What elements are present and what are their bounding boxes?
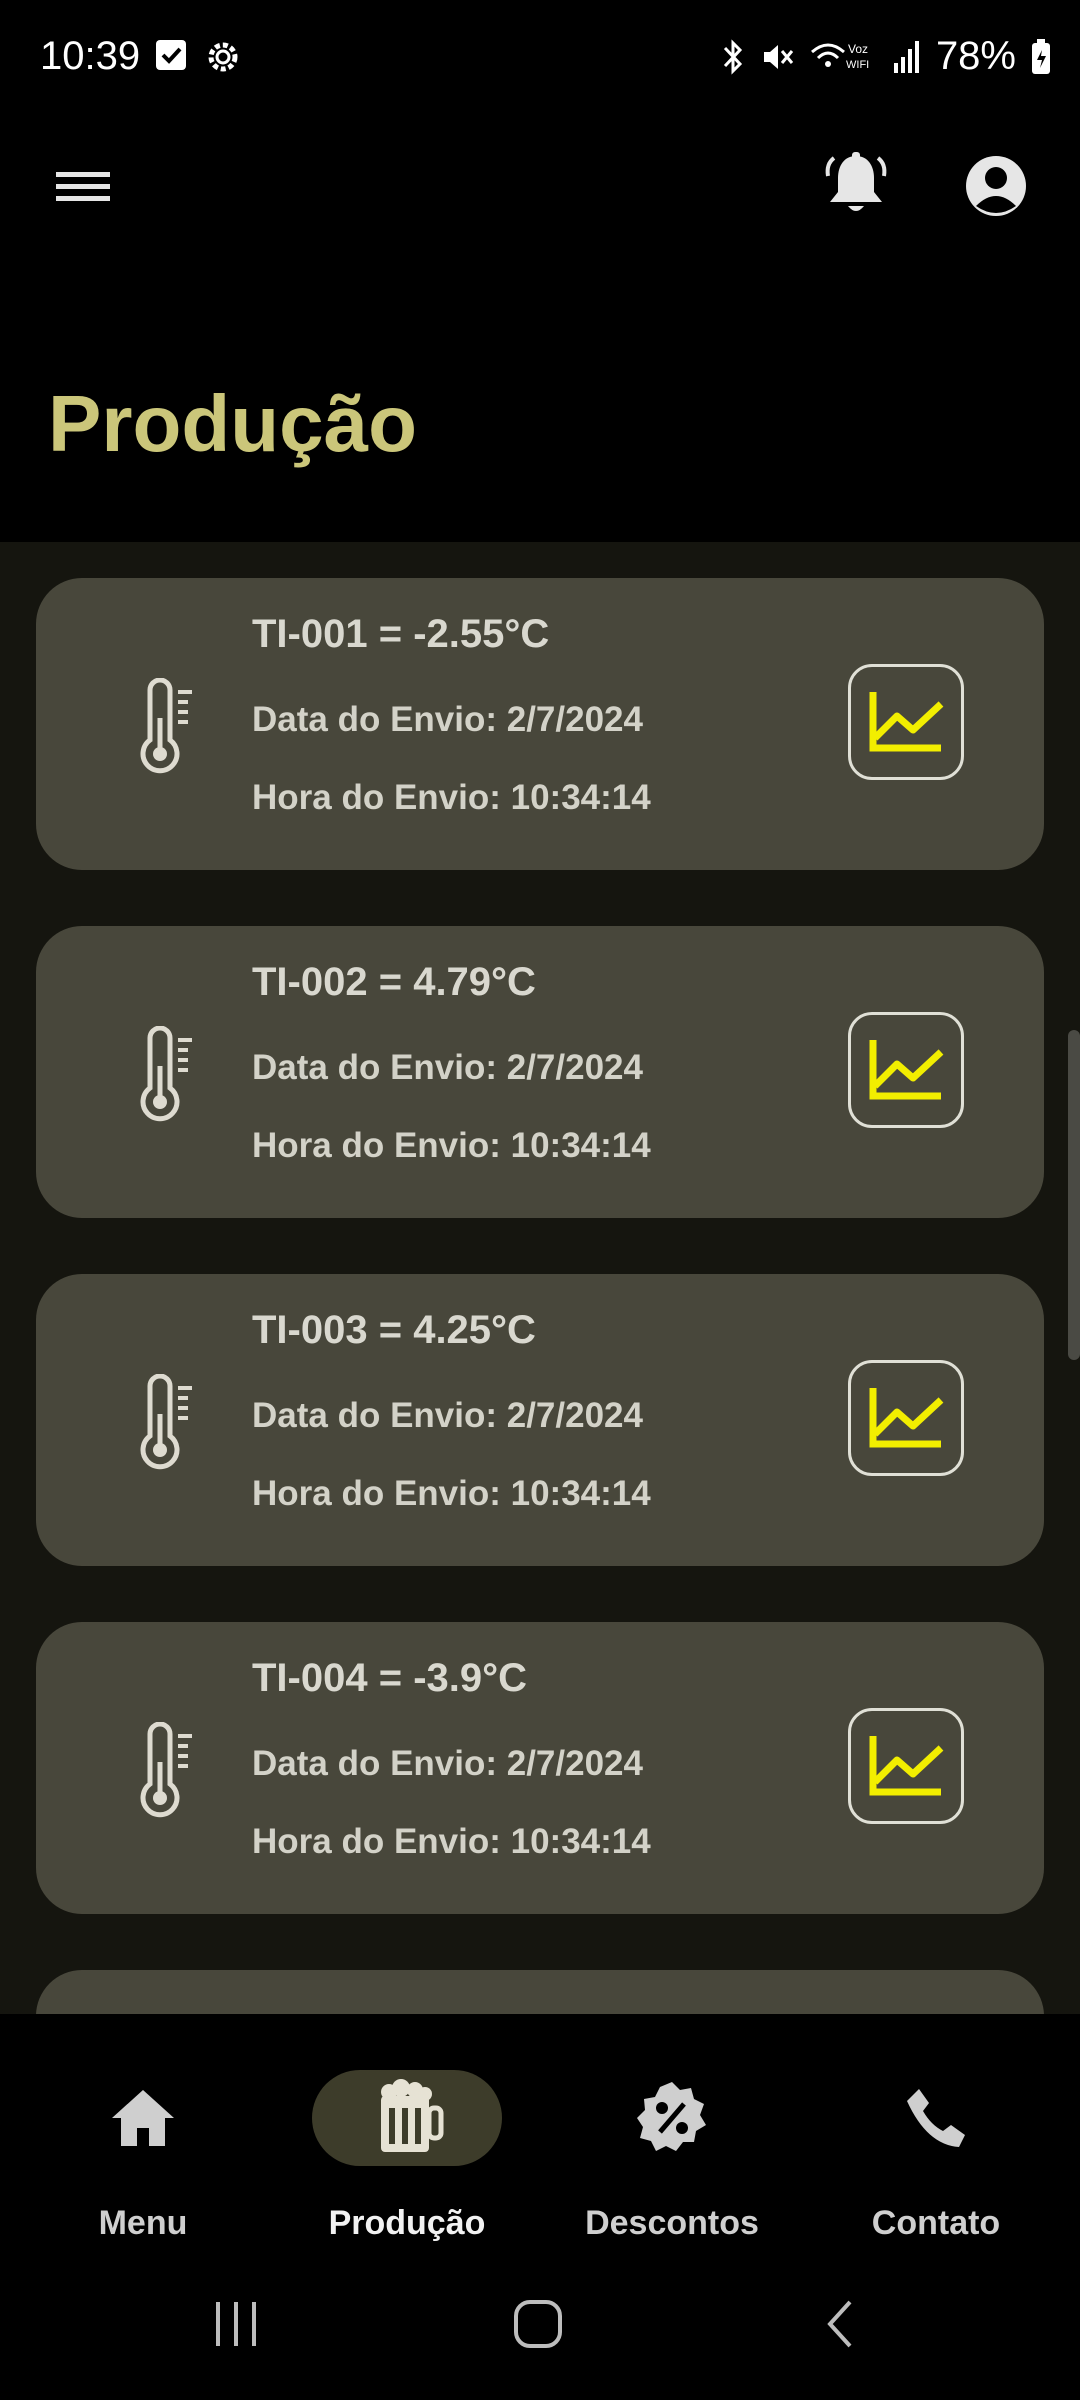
sensor-send-date: Data do Envio: 2/7/2024 [252,1048,643,1087]
nav-label-descontos: Descontos [585,2204,759,2242]
thermometer-icon [140,1026,192,1122]
sensor-send-date: Data do Envio: 2/7/2024 [252,1744,643,1783]
nav-item-contato[interactable]: Contato [816,2054,1056,2242]
nav-item-menu[interactable]: Menu [23,2054,263,2242]
sensor-list[interactable]: TI-001 = -2.55°C Data do Envio: 2/7/2024… [0,542,1080,2014]
svg-text:WIFI: WIFI [846,59,869,71]
system-navigation-bar [0,2244,1080,2400]
sensor-reading: TI-004 = -3.9°C [252,1656,527,1700]
recent-apps-icon [216,2302,256,2346]
chart-button[interactable] [848,664,964,780]
active-indicator [312,2070,502,2166]
nav-label-menu: Menu [98,2204,188,2242]
wifi-calling-icon: Voz WIFI [810,42,869,71]
notifications-button[interactable] [816,146,896,226]
discount-badge-icon [637,2082,706,2151]
home-button[interactable] [488,2284,588,2364]
status-time: 10:39 [40,34,141,78]
bottom-navigation: Menu Produção Descontos Contato [0,2014,1080,2244]
sensor-send-time: Hora do Envio: 10:34:14 [252,1822,651,1861]
menu-button[interactable] [40,150,120,220]
account-circle-icon [966,156,1026,216]
thermometer-icon [140,1374,192,1470]
nav-label-producao: Produção [328,2204,486,2242]
back-button[interactable] [790,2284,890,2364]
sensor-card: TI-001 = -2.55°C Data do Envio: 2/7/2024… [36,578,1044,870]
battery-icon [1032,38,1050,74]
nav-label-contato: Contato [871,2204,1001,2242]
page-title: Produção [48,379,417,468]
battery-percentage: 78% [935,34,1016,78]
line-chart-icon [869,1736,944,1796]
thermometer-icon [140,1722,192,1818]
phone-icon [907,2089,965,2147]
bell-icon [825,152,887,211]
chart-button[interactable] [848,1360,964,1476]
sensor-send-time: Hora do Envio: 10:34:14 [252,1126,651,1165]
nav-item-descontos[interactable]: Descontos [552,2054,792,2242]
bluetooth-icon [723,38,743,75]
line-chart-icon [869,692,944,752]
sensor-card: TI-003 = 4.25°C Data do Envio: 2/7/2024 … [36,1274,1044,1566]
line-chart-icon [869,1388,944,1448]
sensor-reading: TI-001 = -2.55°C [252,612,550,656]
home-square-icon [514,2300,562,2348]
sensor-reading: TI-003 = 4.25°C [252,1308,536,1352]
nav-item-producao[interactable]: Produção [287,2054,527,2242]
sensor-card: TI-004 = -3.9°C Data do Envio: 2/7/2024 … [36,1622,1044,1914]
app-bar [0,130,1080,240]
sensor-reading: TI-002 = 4.79°C [252,960,536,1004]
home-icon [112,2090,174,2146]
sensor-card: TI-002 = 4.79°C Data do Envio: 2/7/2024 … [36,926,1044,1218]
recent-apps-button[interactable] [186,2284,286,2364]
settings-gear-icon [208,42,238,72]
sensor-card-partial [36,1970,1044,2014]
sensor-send-time: Hora do Envio: 10:34:14 [252,1474,651,1513]
svg-text:Voz: Voz [848,42,868,56]
sensor-send-time: Hora do Envio: 10:34:14 [252,778,651,817]
profile-button[interactable] [956,146,1036,226]
checkbox-notification-icon [156,40,186,70]
signal-icon [893,40,919,73]
sensor-send-date: Data do Envio: 2/7/2024 [252,1396,643,1435]
beer-mug-icon [381,2079,444,2152]
thermometer-icon [140,678,192,774]
scrollbar[interactable] [1068,1030,1080,1360]
chart-button[interactable] [848,1012,964,1128]
hamburger-icon [56,172,110,201]
chart-button[interactable] [848,1708,964,1824]
line-chart-icon [869,1040,944,1100]
back-chevron-icon [827,2300,852,2348]
sensor-send-date: Data do Envio: 2/7/2024 [252,700,643,739]
mute-icon [763,44,794,69]
status-bar: 10:39 Voz WIFI 78% [0,0,1080,120]
